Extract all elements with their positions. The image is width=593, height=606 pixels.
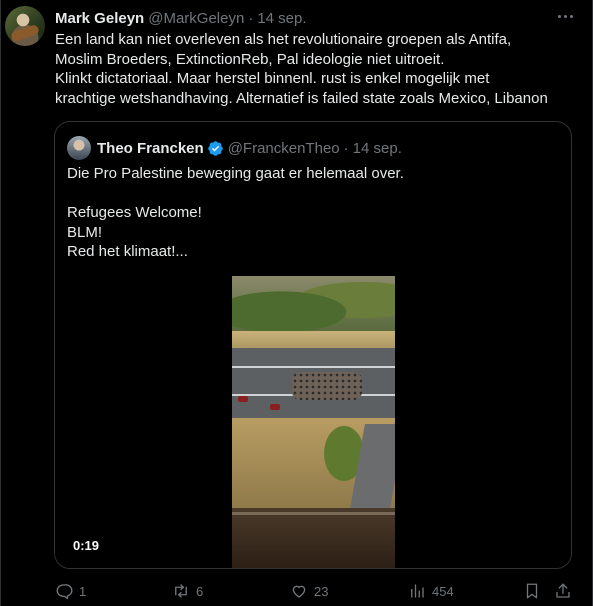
author-name[interactable]: Mark Geleyn <box>55 10 144 27</box>
quote-text: Die Pro Palestine beweging gaat er helem… <box>67 165 404 261</box>
reply-icon <box>56 584 73 600</box>
more-horizontal-icon[interactable] <box>553 6 577 26</box>
bookmark-icon <box>526 583 538 599</box>
video-player[interactable]: 0:19 <box>55 276 571 568</box>
quote-author-name: Theo Francken <box>97 139 204 157</box>
quote-date: 14 sep. <box>352 139 402 157</box>
repost-count: 6 <box>196 583 204 599</box>
view-count: 454 <box>432 583 454 599</box>
video-duration: 0:19 <box>73 538 100 553</box>
verified-badge-icon <box>207 140 223 156</box>
views-button[interactable]: 454 <box>408 581 454 601</box>
share-icon <box>556 583 570 598</box>
tweet-header: Mark Geleyn @MarkGeleyn · 14 sep. <box>55 8 307 28</box>
author-handle[interactable]: @MarkGeleyn <box>148 10 244 27</box>
left-border <box>0 0 1 606</box>
reply-button[interactable]: 1 <box>55 581 86 601</box>
views-chart-icon <box>411 584 424 598</box>
repost-button[interactable]: 6 <box>172 581 203 601</box>
heart-icon <box>292 585 306 598</box>
quote-author-avatar <box>67 136 91 160</box>
like-count: 23 <box>314 583 329 599</box>
bookmark-button[interactable] <box>523 581 541 601</box>
video-thumbnail <box>232 276 395 568</box>
repost-icon <box>175 584 187 598</box>
author-avatar[interactable] <box>5 6 45 46</box>
tweet-date[interactable]: 14 sep. <box>257 10 306 27</box>
tweet-text: Een land kan niet overleven als het revo… <box>55 31 548 107</box>
quote-separator-dot: · <box>343 139 349 157</box>
share-button[interactable] <box>554 581 572 601</box>
reply-count: 1 <box>79 583 87 599</box>
quote-author-handle: @FranckenTheo <box>227 139 340 157</box>
quoted-tweet[interactable]: Theo Francken @FranckenTheo · 14 sep. Di… <box>54 121 572 569</box>
action-bar: 1 6 23 454 <box>55 581 575 601</box>
separator-dot: · <box>248 9 254 27</box>
like-button[interactable]: 23 <box>290 581 328 601</box>
quote-header: Theo Francken @FranckenTheo · 14 sep. <box>97 136 402 160</box>
